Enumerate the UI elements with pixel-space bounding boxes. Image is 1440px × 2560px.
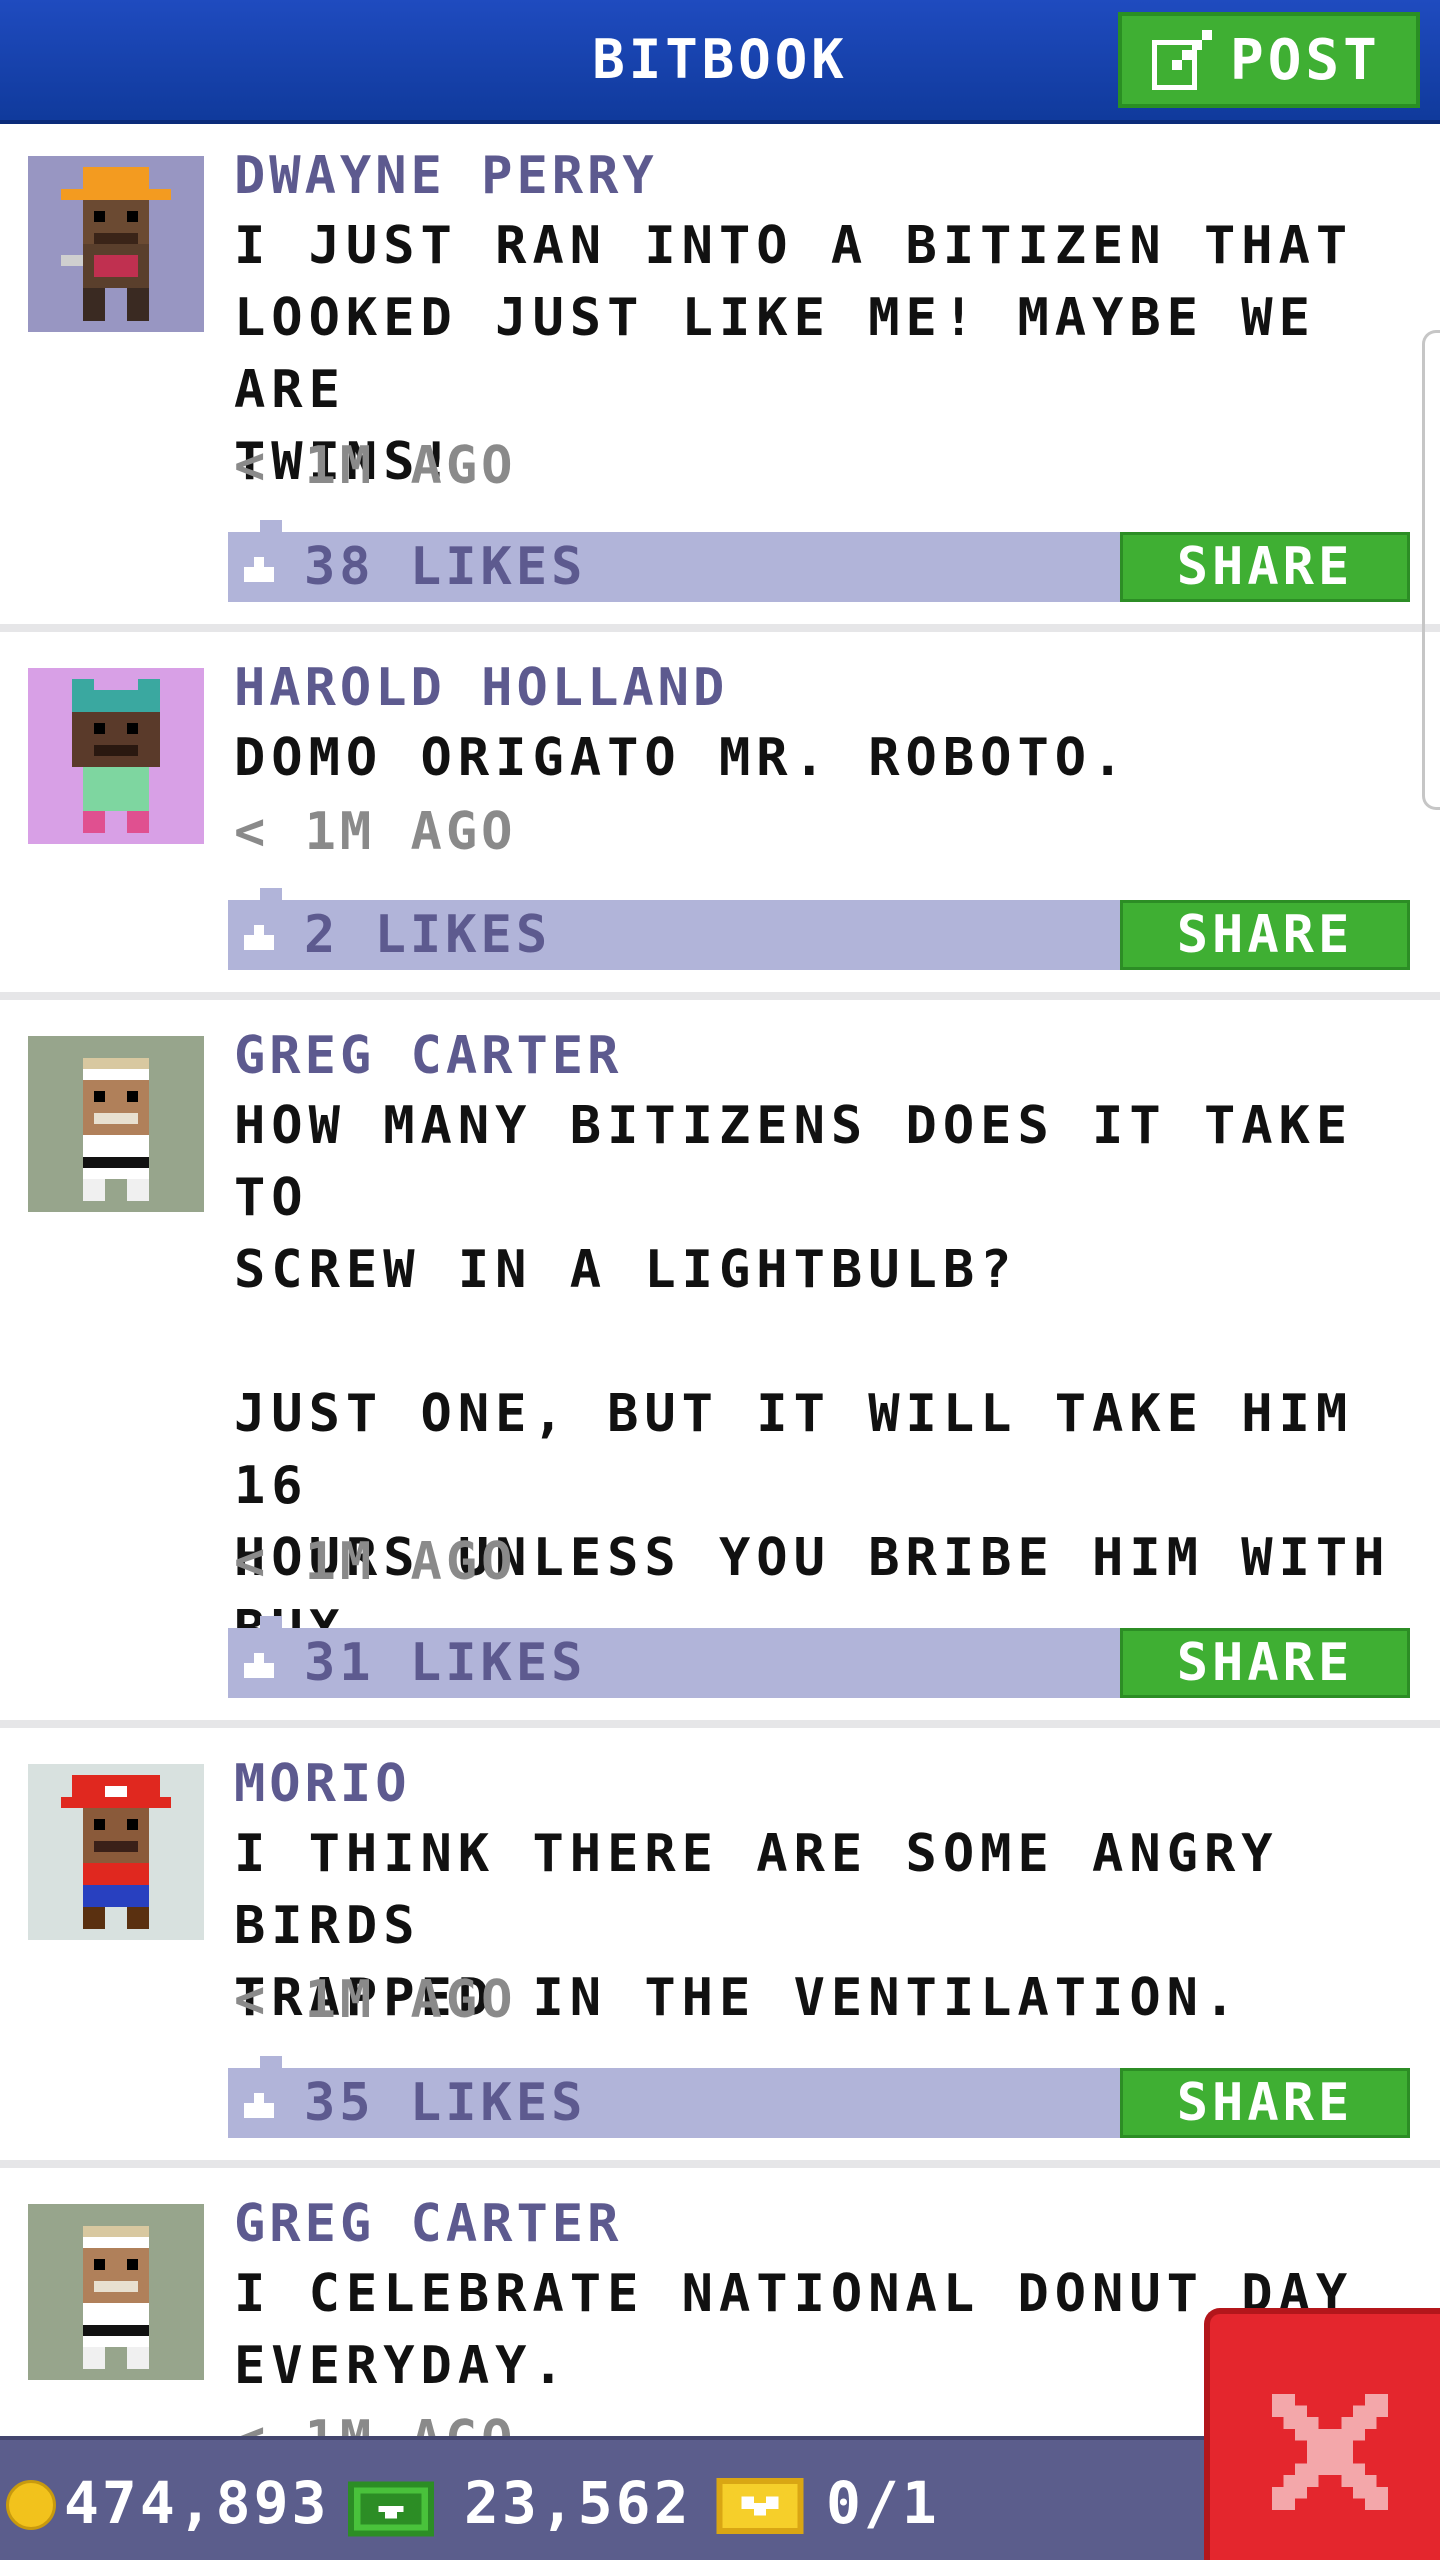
likes-bar: 2 LIKES SHARE [228,888,1410,970]
likes-count: 31 LIKES [304,1633,587,1693]
tickets-count: 0/1 [826,2469,940,2537]
avatar-image [28,156,204,332]
scroll-handle[interactable] [1422,330,1440,810]
post-author[interactable]: DWAYNE PERRY [234,146,658,206]
post-divider [0,1720,1440,1728]
thumbs-up-icon[interactable] [244,552,274,582]
post-time: < 1M AGO [234,1970,517,2030]
avatar-image [28,1036,204,1212]
avatar[interactable] [28,1764,204,1940]
close-icon [1272,2394,1388,2510]
post-author[interactable]: HAROLD HOLLAND [234,658,728,718]
likes-bar: 31 LIKES SHARE [228,1616,1410,1698]
post-author[interactable]: GREG CARTER [234,2194,622,2254]
post-divider [0,2160,1440,2168]
likes-bar: 35 LIKES SHARE [228,2056,1410,2138]
thumbs-up-icon[interactable] [244,2088,274,2118]
bux-count: 23,562 [464,2469,692,2537]
share-button[interactable]: SHARE [1120,900,1410,970]
share-button[interactable]: SHARE [1120,2068,1410,2138]
likes-bar-tab [260,1616,282,1628]
feed[interactable]: DWAYNE PERRY I JUST RAN INTO A BITIZEN T… [0,124,1440,2436]
likes-bar: 38 LIKES SHARE [228,520,1410,602]
avatar-image [28,1764,204,1940]
post-divider [0,624,1440,632]
share-button[interactable]: SHARE [1120,532,1410,602]
post-time: < 1M AGO [234,1532,517,1592]
post-author[interactable]: MORIO [234,1754,411,1814]
likes-count: 38 LIKES [304,537,587,597]
post-time: < 1M AGO [234,2410,516,2436]
coin-icon [6,2480,56,2530]
post-author[interactable]: GREG CARTER [234,1026,622,1086]
likes-bar-tab [260,888,282,900]
likes-bar-tab [260,520,282,532]
likes-count: 2 LIKES [304,905,552,965]
edit-icon [1152,30,1212,90]
share-button[interactable]: SHARE [1120,1628,1410,1698]
ticket-icon [716,2478,804,2534]
thumbs-up-icon[interactable] [244,1648,274,1678]
avatar[interactable] [28,1036,204,1212]
likes-bar-tab [260,2056,282,2068]
avatar-image [28,2204,204,2380]
post-time: < 1M AGO [234,802,517,862]
avatar[interactable] [28,668,204,844]
avatar[interactable] [28,156,204,332]
post-button[interactable]: POST [1118,12,1420,108]
coins-count: 474,893 [64,2469,330,2537]
avatar-image [28,668,204,844]
post-button-label: POST [1230,27,1381,93]
avatar[interactable] [28,2204,204,2380]
top-bar: BITBOOK POST [0,0,1440,124]
thumbs-up-icon[interactable] [244,920,274,950]
likes-count: 35 LIKES [304,2073,587,2133]
bux-icon [348,2481,434,2537]
post-divider [0,992,1440,1000]
post-text: DOMO ORIGATO MR. ROBOTO. [234,728,1130,788]
post-time: < 1M AGO [234,436,517,496]
close-button[interactable] [1204,2308,1440,2560]
